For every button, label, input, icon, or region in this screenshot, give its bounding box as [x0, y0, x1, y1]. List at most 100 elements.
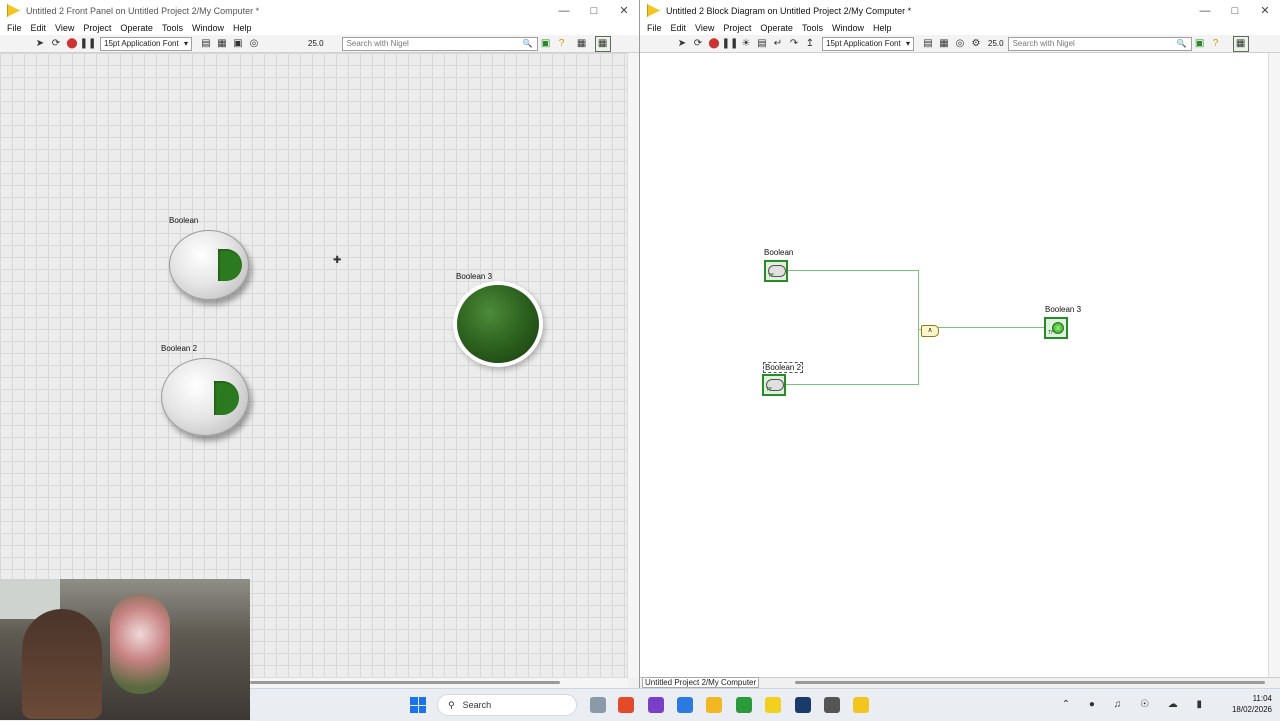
- step-over-icon[interactable]: ↷: [787, 37, 801, 51]
- app-icon-purple[interactable]: [648, 697, 664, 713]
- menu-project[interactable]: Project: [80, 23, 117, 33]
- boolean-3-indicator-terminal[interactable]: TF: [1044, 317, 1068, 339]
- settings-icon[interactable]: [824, 697, 840, 713]
- minimize-icon[interactable]: —: [1190, 0, 1220, 21]
- menu-window[interactable]: Window: [829, 23, 870, 33]
- front-panel-vertical-scrollbar[interactable]: [627, 53, 639, 678]
- block-diagram-menubar: File Edit View Project Operate Tools Win…: [640, 21, 1280, 35]
- distribute-objects-icon[interactable]: ▦: [937, 37, 951, 51]
- front-panel-titlebar[interactable]: Untitled 2 Front Panel on Untitled Proje…: [0, 0, 639, 21]
- pause-icon[interactable]: ❚❚: [80, 37, 97, 51]
- boolean-3-terminal-label: Boolean 3: [1045, 305, 1082, 314]
- system-tray-icons[interactable]: ⌃ ● ♫ ☉ ☁ ▮: [1062, 699, 1210, 710]
- clean-up-diagram-icon[interactable]: ⚙: [969, 37, 983, 51]
- menu-edit[interactable]: Edit: [28, 23, 53, 33]
- align-objects-icon[interactable]: ▤: [921, 37, 935, 51]
- menu-help[interactable]: Help: [230, 23, 258, 33]
- copilot-icon[interactable]: [677, 697, 693, 713]
- task-view-icon[interactable]: [590, 697, 606, 713]
- font-dropdown[interactable]: 15pt Application Font ▾: [100, 36, 192, 51]
- close-icon[interactable]: ✕: [609, 0, 639, 21]
- chevron-down-icon: ▾: [183, 39, 188, 48]
- maximize-icon[interactable]: □: [579, 0, 609, 21]
- menu-edit[interactable]: Edit: [668, 23, 693, 33]
- search-icon: 🔍: [522, 39, 533, 48]
- boolean-terminal-label: Boolean: [764, 248, 794, 257]
- close-icon[interactable]: ✕: [1250, 0, 1280, 21]
- block-diagram-title: Untitled 2 Block Diagram on Untitled Pro…: [666, 5, 912, 16]
- run-continuously-icon[interactable]: ⟳: [691, 37, 705, 51]
- boolean-2-label: Boolean 2: [161, 344, 198, 353]
- align-objects-icon[interactable]: ▤: [199, 37, 213, 51]
- wire-and-output[interactable]: [937, 327, 1044, 328]
- windows-start-icon[interactable]: [410, 697, 426, 713]
- taskbar-search[interactable]: ⚲ Search: [437, 694, 577, 716]
- sticky-notes-icon[interactable]: [765, 697, 781, 713]
- retain-wire-values-icon[interactable]: ▤: [755, 37, 769, 51]
- clock[interactable]: 11:04 18/02/2026: [1232, 693, 1272, 715]
- labview-app-icon: [7, 4, 20, 17]
- chevron-down-icon: ▾: [905, 39, 910, 48]
- boolean-terminal[interactable]: TF: [764, 260, 788, 282]
- xbox-icon[interactable]: [736, 697, 752, 713]
- highlight-icon[interactable]: ▣: [539, 37, 553, 51]
- boolean-push-button[interactable]: [169, 230, 249, 300]
- run-continuously-icon[interactable]: ⟳: [49, 37, 63, 51]
- step-into-icon[interactable]: ↵: [771, 37, 785, 51]
- help-icon[interactable]: ?: [555, 37, 569, 51]
- menu-view[interactable]: View: [52, 23, 80, 33]
- wire-vertical[interactable]: [918, 270, 919, 385]
- and-function-node[interactable]: ∧: [921, 325, 939, 337]
- menu-window[interactable]: Window: [189, 23, 230, 33]
- menu-view[interactable]: View: [692, 23, 720, 33]
- wire-boolean[interactable]: [788, 270, 918, 271]
- menu-tools[interactable]: Tools: [159, 23, 189, 33]
- wire-boolean-2[interactable]: [786, 384, 919, 385]
- block-diagram-window: Untitled 2 Block Diagram on Untitled Pro…: [640, 0, 1280, 688]
- project-context-label: Untitled Project 2/My Computer: [642, 677, 760, 688]
- menu-help[interactable]: Help: [870, 23, 898, 33]
- run-arrow-icon[interactable]: ➤: [33, 37, 47, 51]
- highlight-execution-icon[interactable]: ☀: [739, 37, 753, 51]
- brave-browser-icon[interactable]: [618, 697, 634, 713]
- help-icon[interactable]: ?: [1209, 37, 1223, 51]
- abort-icon[interactable]: ⬤: [707, 37, 721, 51]
- boolean-2-terminal[interactable]: TF: [762, 374, 786, 396]
- menu-file[interactable]: File: [4, 23, 28, 33]
- reorder-icon[interactable]: ◎: [247, 37, 261, 51]
- run-arrow-icon[interactable]: ➤: [675, 37, 689, 51]
- block-diagram-titlebar[interactable]: Untitled 2 Block Diagram on Untitled Pro…: [640, 0, 1280, 21]
- search-input[interactable]: Search with Nigel 🔍: [1007, 36, 1192, 51]
- step-out-icon[interactable]: ↥: [803, 37, 817, 51]
- search-input[interactable]: Search with Nigel 🔍: [341, 36, 538, 51]
- steam-icon[interactable]: [795, 697, 811, 713]
- labview-app-icon: [647, 4, 660, 17]
- menu-operate[interactable]: Operate: [757, 23, 799, 33]
- menu-file[interactable]: File: [644, 23, 668, 33]
- menu-operate[interactable]: Operate: [117, 23, 159, 33]
- resize-objects-icon[interactable]: ▣: [231, 37, 245, 51]
- boolean-3-led[interactable]: [457, 285, 539, 363]
- block-diagram-canvas[interactable]: Boolean TF Boolean 2 TF Boolean 3 TF ∧: [640, 53, 1268, 677]
- block-diagram-vertical-scrollbar[interactable]: [1268, 53, 1280, 678]
- abort-icon[interactable]: ⬤: [65, 37, 79, 51]
- maximize-icon[interactable]: □: [1220, 0, 1250, 21]
- boolean-2-terminal-label[interactable]: Boolean 2: [763, 362, 804, 373]
- connector-pane-icon[interactable]: ▦: [571, 37, 593, 51]
- distribute-objects-icon[interactable]: ▦: [215, 37, 229, 51]
- vi-icon[interactable]: ▦: [594, 35, 611, 52]
- font-dropdown[interactable]: 15pt Application Font ▾: [822, 36, 914, 51]
- minimize-icon[interactable]: —: [549, 0, 579, 21]
- pause-icon[interactable]: ❚❚: [722, 37, 739, 51]
- boolean-2-push-button[interactable]: [161, 358, 249, 436]
- labview-taskbar-icon[interactable]: [853, 697, 869, 713]
- menu-project[interactable]: Project: [720, 23, 757, 33]
- windows-taskbar: ⚲ Search ⌃ ● ♫ ☉ ☁ ▮ 11:04 18/02/2026: [250, 688, 1280, 721]
- front-panel-title: Untitled 2 Front Panel on Untitled Proje…: [26, 5, 260, 16]
- reorder-icon[interactable]: ◎: [953, 37, 967, 51]
- vi-icon[interactable]: ▦: [1232, 35, 1249, 52]
- boolean-3-label: Boolean 3: [456, 272, 493, 281]
- file-explorer-icon[interactable]: [706, 697, 722, 713]
- menu-tools[interactable]: Tools: [799, 23, 829, 33]
- highlight-icon[interactable]: ▣: [1193, 37, 1207, 51]
